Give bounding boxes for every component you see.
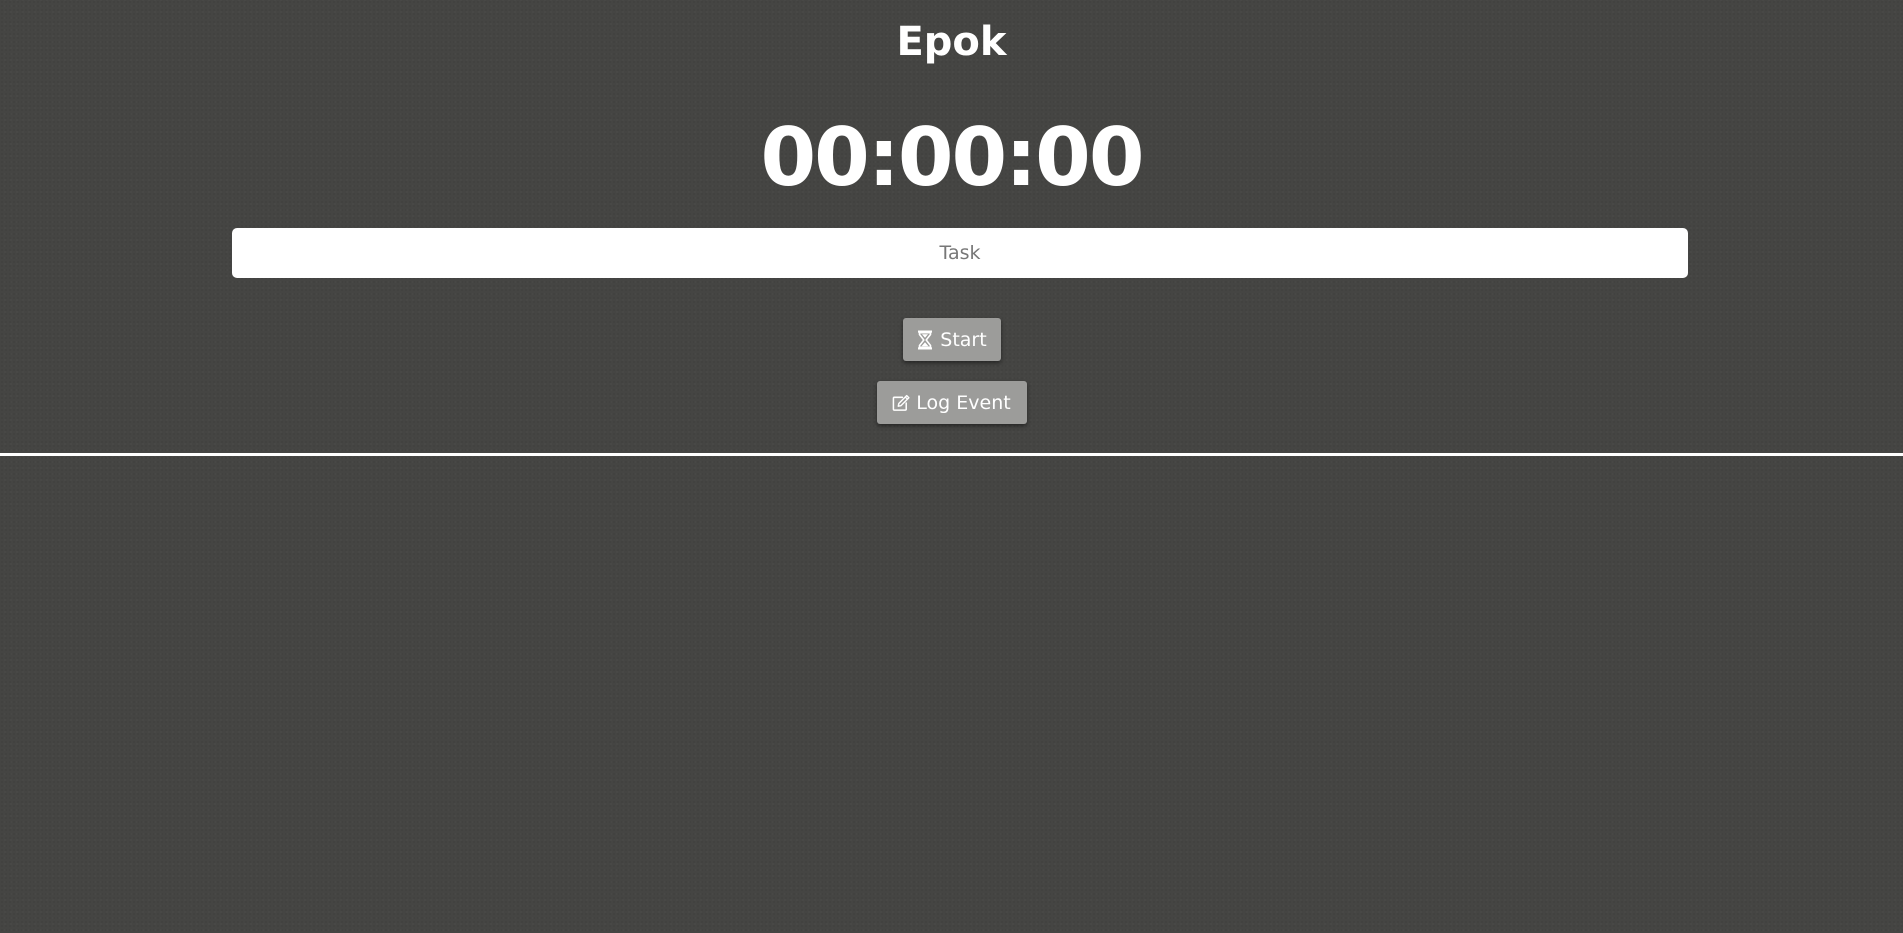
edit-icon xyxy=(892,393,910,413)
event-log-area xyxy=(0,456,1903,933)
log-event-button[interactable]: Log Event xyxy=(876,381,1027,424)
app-title: Epok xyxy=(896,19,1007,65)
hourglass-icon xyxy=(916,330,934,350)
start-button-label: Start xyxy=(940,328,987,351)
timer-display: 00:00:00 xyxy=(760,111,1145,204)
task-input[interactable] xyxy=(232,228,1688,278)
start-button[interactable]: Start xyxy=(902,318,1001,361)
log-event-button-label: Log Event xyxy=(916,391,1011,414)
